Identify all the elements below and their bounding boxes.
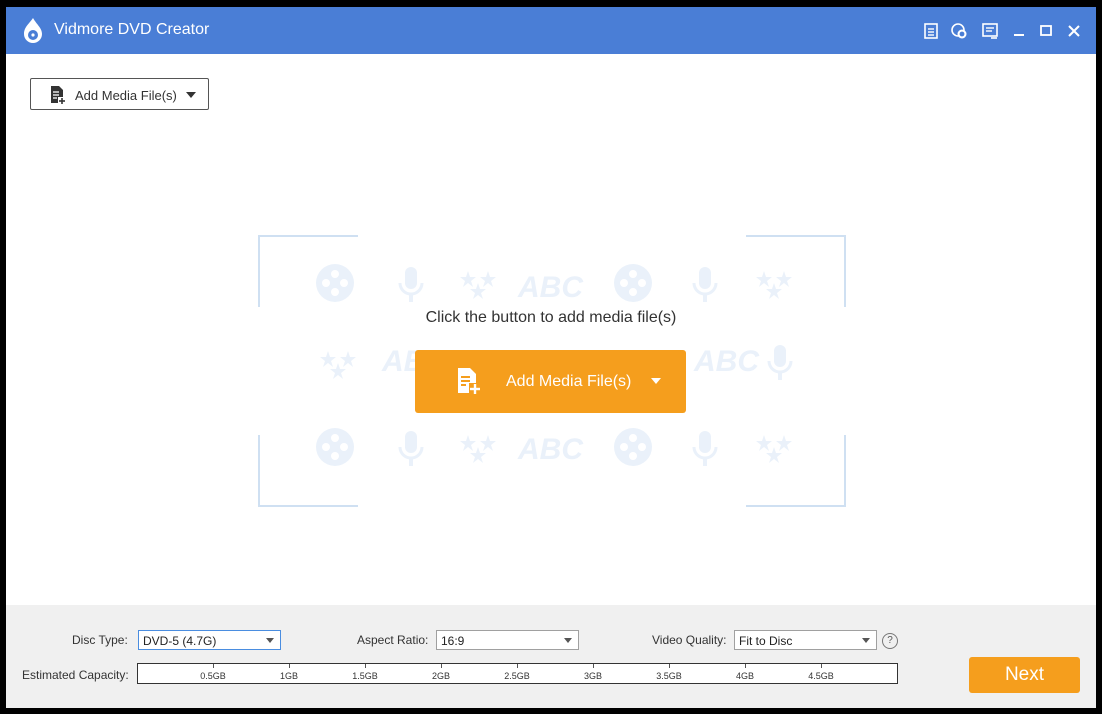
capacity-tick-label: 3.5GB (656, 671, 682, 681)
aspect-ratio-select[interactable]: 16:9 (436, 630, 579, 650)
watermark-text: ABC (518, 271, 583, 304)
chevron-down-icon[interactable] (651, 378, 661, 384)
capacity-tick (745, 664, 746, 668)
add-media-dropdown-button[interactable]: Add Media File(s) (30, 78, 209, 110)
app-title: Vidmore DVD Creator (54, 21, 210, 38)
film-reel-icon (614, 428, 652, 466)
film-reel-icon (316, 264, 354, 302)
title-bar: Vidmore DVD Creator (6, 7, 1096, 54)
stars-icon (756, 271, 792, 299)
app-window: Vidmore DVD Creator Add Media File(s) AB… (6, 7, 1096, 708)
microphone-icon (398, 431, 424, 466)
chevron-down-icon (186, 92, 196, 98)
add-media-label: Add Media File(s) (75, 88, 177, 103)
add-media-main-button[interactable]: Add Media File(s) (415, 350, 686, 413)
capacity-tick (593, 664, 594, 668)
maximize-icon[interactable] (1036, 21, 1056, 41)
capacity-tick (517, 664, 518, 668)
capacity-tick (365, 664, 366, 668)
capacity-tick (821, 664, 822, 668)
aspect-ratio-label: Aspect Ratio: (357, 633, 429, 647)
capacity-tick-label: 0.5GB (200, 671, 226, 681)
menu-icon[interactable] (980, 21, 1000, 41)
add-file-icon (458, 368, 481, 395)
microphone-icon (767, 345, 793, 380)
capacity-tick-label: 4GB (735, 671, 755, 681)
stars-icon (460, 435, 496, 463)
film-reel-icon (316, 428, 354, 466)
capacity-tick-label: 4.5GB (808, 671, 834, 681)
stars-icon (460, 271, 496, 299)
add-file-icon (51, 86, 66, 105)
chevron-down-icon (266, 638, 274, 643)
bottom-settings-bar: Disc Type: DVD-5 (4.7G) Aspect Ratio: 16… (6, 605, 1096, 708)
stars-icon (320, 351, 356, 379)
capacity-tick-label: 2GB (431, 671, 451, 681)
video-quality-label: Video Quality: (652, 633, 727, 647)
add-media-main-label: Add Media File(s) (506, 373, 632, 390)
video-quality-select[interactable]: Fit to Disc (734, 630, 877, 650)
add-media-prompt: Click the button to add media file(s) (425, 309, 677, 326)
video-quality-value: Fit to Disc (739, 634, 793, 648)
disc-type-value: DVD-5 (4.7G) (143, 634, 217, 648)
disc-type-label: Disc Type: (72, 633, 128, 647)
chat-icon[interactable] (949, 21, 969, 41)
help-icon[interactable]: ? (882, 633, 898, 649)
capacity-tick (441, 664, 442, 668)
close-icon[interactable] (1064, 21, 1084, 41)
aspect-ratio-value: 16:9 (441, 634, 465, 648)
watermark-text: ABC (694, 345, 759, 378)
capacity-tick-label: 3GB (583, 671, 603, 681)
film-reel-icon (614, 264, 652, 302)
disc-type-select[interactable]: DVD-5 (4.7G) (138, 630, 281, 650)
estimated-capacity-label: Estimated Capacity: (22, 668, 129, 682)
chevron-down-icon (564, 638, 572, 643)
capacity-tick-label: 1GB (279, 671, 299, 681)
capacity-bar: 0.5GB 1GB 1.5GB 2GB 2.5GB 3GB 3.5GB 4GB 4.5GB (137, 663, 898, 684)
stars-icon (756, 435, 792, 463)
microphone-icon (398, 267, 424, 302)
capacity-tick (213, 664, 214, 668)
next-button[interactable]: Next (969, 657, 1080, 693)
capacity-tick-label: 2.5GB (504, 671, 530, 681)
app-logo-icon (24, 18, 42, 43)
capacity-tick-label: 1.5GB (352, 671, 378, 681)
capacity-tick (669, 664, 670, 668)
chevron-down-icon (862, 638, 870, 643)
microphone-icon (692, 431, 718, 466)
minimize-icon[interactable] (1009, 21, 1029, 41)
capacity-tick (289, 664, 290, 668)
save-icon[interactable] (921, 21, 941, 41)
watermark-text: ABC (518, 433, 583, 466)
microphone-icon (692, 267, 718, 302)
